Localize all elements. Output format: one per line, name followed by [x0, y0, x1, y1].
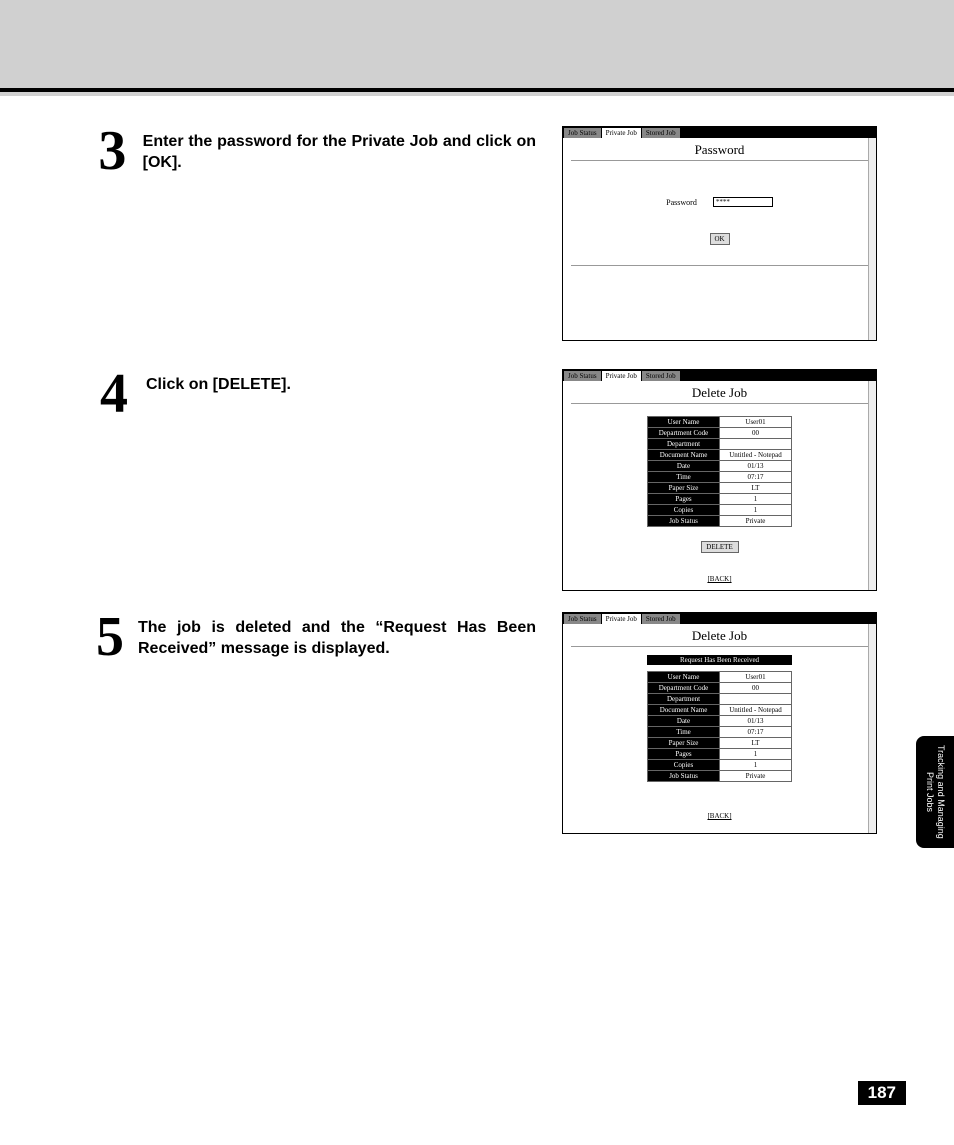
scrollbar[interactable] — [868, 381, 876, 590]
panel-title: Password — [571, 138, 868, 161]
back-link[interactable]: [BACK] — [563, 575, 876, 583]
tab-job-status[interactable]: Job Status — [564, 371, 601, 381]
step-5: 5 The job is deleted and the “Request Ha… — [96, 612, 536, 662]
table-row: Job StatusPrivate — [648, 771, 792, 782]
tab-stored-job[interactable]: Stored Job — [642, 371, 680, 381]
step-number: 4 — [96, 369, 132, 419]
panel-title: Delete Job — [571, 624, 868, 647]
panel-title: Delete Job — [571, 381, 868, 404]
table-row: Department — [648, 439, 792, 450]
page-body: 3 Enter the password for the Private Job… — [0, 96, 954, 1145]
table-row: Date01/13 — [648, 716, 792, 727]
table-row: Pages1 — [648, 749, 792, 760]
section-thumb-label: Tracking and Managing Print Jobs — [924, 736, 946, 848]
scrollbar[interactable] — [868, 624, 876, 833]
tab-job-status[interactable]: Job Status — [564, 614, 601, 624]
back-link[interactable]: [BACK] — [563, 812, 876, 820]
tab-bar: Job Status Private Job Stored Job — [563, 370, 876, 381]
tab-private-job[interactable]: Private Job — [602, 371, 641, 381]
job-info-table: User NameUser01 Department Code00 Depart… — [647, 671, 792, 782]
password-label: Password — [666, 198, 697, 207]
table-row: User NameUser01 — [648, 417, 792, 428]
ok-button[interactable]: OK — [710, 233, 730, 245]
step-text: Click on [DELETE]. — [146, 369, 291, 396]
tab-bar: Job Status Private Job Stored Job — [563, 613, 876, 624]
tab-bar: Job Status Private Job Stored Job — [563, 127, 876, 138]
step-4: 4 Click on [DELETE]. — [96, 369, 536, 419]
step-text: Enter the password for the Private Job a… — [143, 126, 536, 174]
top-band — [0, 0, 954, 92]
table-row: Paper SizeLT — [648, 483, 792, 494]
job-info-table: User NameUser01 Department Code00 Depart… — [647, 416, 792, 527]
page-number: 187 — [858, 1081, 906, 1105]
password-input[interactable]: **** — [713, 197, 773, 207]
table-row: Copies1 — [648, 760, 792, 771]
screenshot-password: Job Status Private Job Stored Job Passwo… — [562, 126, 877, 341]
table-row: Department — [648, 694, 792, 705]
tab-job-status[interactable]: Job Status — [564, 128, 601, 138]
tab-private-job[interactable]: Private Job — [602, 614, 641, 624]
table-row: Department Code00 — [648, 428, 792, 439]
table-row: User NameUser01 — [648, 672, 792, 683]
table-row: Document NameUntitled - Notepad — [648, 450, 792, 461]
tab-private-job[interactable]: Private Job — [602, 128, 641, 138]
table-row: Job StatusPrivate — [648, 516, 792, 527]
tab-stored-job[interactable]: Stored Job — [642, 614, 680, 624]
screenshot-delete-job: Job Status Private Job Stored Job Delete… — [562, 369, 877, 591]
table-row: Time07:17 — [648, 727, 792, 738]
scrollbar[interactable] — [868, 138, 876, 340]
section-thumb-tab: Tracking and Managing Print Jobs — [916, 736, 954, 848]
step-number: 3 — [96, 126, 129, 176]
table-row: Department Code00 — [648, 683, 792, 694]
step-number: 5 — [96, 612, 124, 662]
table-row: Time07:17 — [648, 472, 792, 483]
delete-button[interactable]: DELETE — [701, 541, 739, 553]
step-text: The job is deleted and the “Request Has … — [138, 612, 536, 660]
table-row: Pages1 — [648, 494, 792, 505]
screenshot-request-received: Job Status Private Job Stored Job Delete… — [562, 612, 877, 834]
table-row: Date01/13 — [648, 461, 792, 472]
table-row: Paper SizeLT — [648, 738, 792, 749]
tab-stored-job[interactable]: Stored Job — [642, 128, 680, 138]
table-row: Document NameUntitled - Notepad — [648, 705, 792, 716]
status-banner: Request Has Been Received — [647, 655, 792, 665]
table-row: Copies1 — [648, 505, 792, 516]
step-3: 3 Enter the password for the Private Job… — [96, 126, 536, 176]
